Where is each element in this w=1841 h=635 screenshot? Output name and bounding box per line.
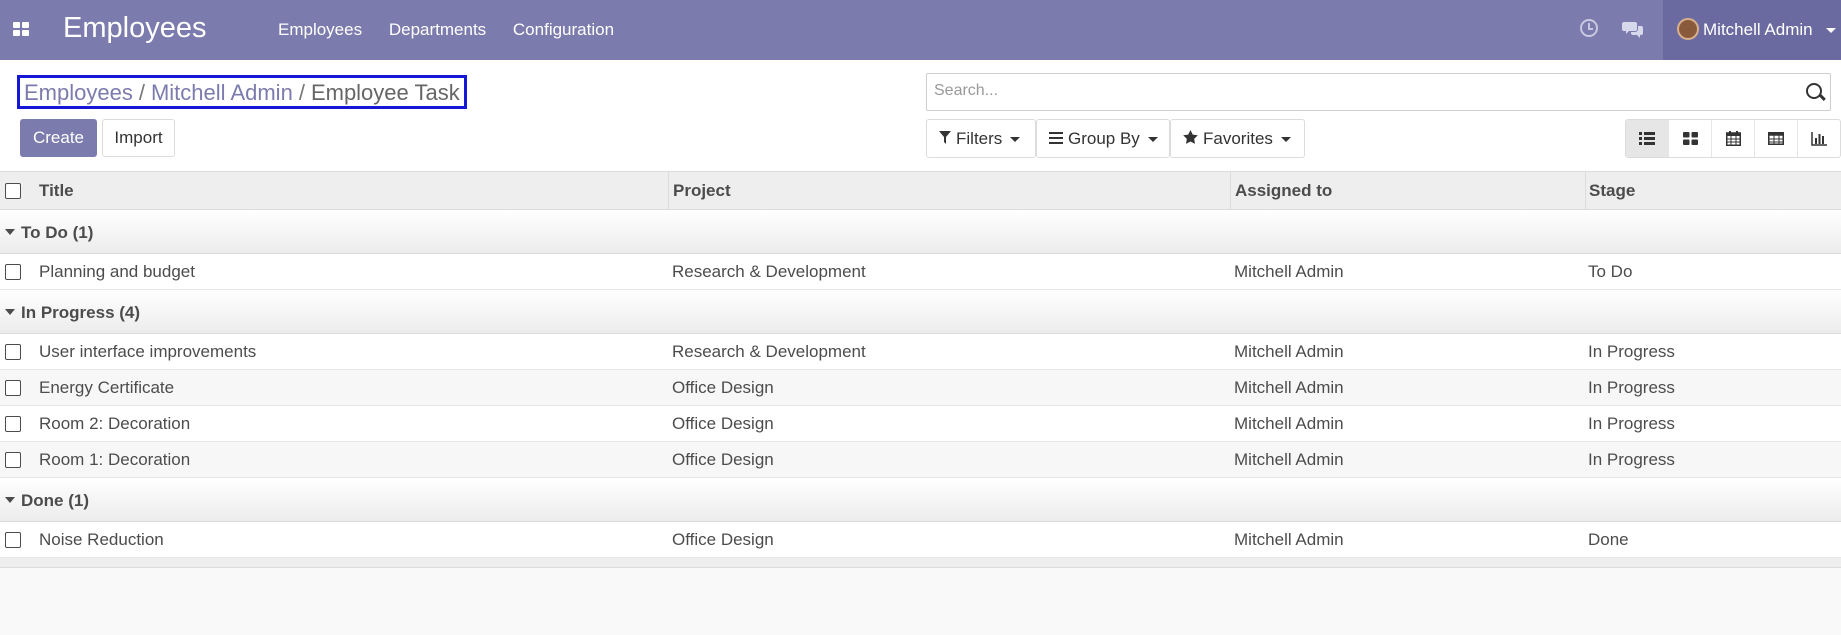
row-checkbox[interactable] [5,531,21,548]
group-by-label: Group By [1068,129,1140,148]
messaging-chat-icon[interactable] [1622,20,1644,43]
breadcrumb-current: Employee Task [310,80,460,105]
group-row-done[interactable]: Done (1) [0,478,1841,522]
cell-assigned-to: Mitchell Admin [1234,377,1344,397]
cell-project: Office Design [672,377,774,397]
search-icon[interactable] [1806,83,1822,99]
cell-assigned-to: Mitchell Admin [1234,413,1344,433]
filters-dropdown[interactable]: Filters [926,119,1036,158]
chevron-down-icon [1010,137,1021,143]
import-button[interactable]: Import [102,119,175,157]
cell-assigned-to: Mitchell Admin [1234,261,1344,281]
favorites-label: Favorites [1203,129,1273,148]
breadcrumb-employees[interactable]: Employees [24,80,133,105]
cell-title: Energy Certificate [39,377,175,397]
caret-down-icon [5,309,15,315]
bars-icon [1049,121,1063,158]
favorites-dropdown[interactable]: Favorites [1170,119,1305,158]
group-row-in-progress[interactable]: In Progress (4) [0,290,1841,334]
search-bar [926,73,1831,111]
row-checkbox[interactable] [5,343,21,360]
chevron-down-icon [1280,137,1291,143]
star-icon [1183,121,1198,158]
chevron-down-icon [1826,28,1836,33]
row-checkbox[interactable] [5,263,21,280]
cell-title: User interface improvements [39,341,257,361]
chevron-down-icon [1147,137,1158,143]
user-avatar [1677,18,1699,40]
cell-title: Noise Reduction [39,529,164,549]
pivot-view-icon[interactable] [1755,120,1798,157]
breadcrumb-separator: / [138,80,145,105]
view-switcher [1625,119,1841,158]
cell-project: Research & Development [672,261,866,281]
cell-project: Office Design [672,449,774,469]
top-navbar: Employees Employees Departments Configur… [0,0,1841,60]
group-label: Done (1) [21,491,89,510]
table-header: Title Project Assigned to Stage [0,172,1841,210]
breadcrumb: Employees / Mitchell Admin / Employee Task [17,75,467,109]
table-row[interactable]: Room 1: Decoration Office Design Mitchel… [0,442,1841,478]
menu-item-employees[interactable]: Employees [278,20,362,40]
group-label: To Do (1) [21,223,94,242]
row-checkbox[interactable] [5,379,21,396]
main-menu: Employees Departments Configuration [278,20,636,40]
breadcrumb-separator: / [298,80,305,105]
menu-item-departments[interactable]: Departments [389,20,486,40]
cell-project: Office Design [672,529,774,549]
kanban-view-icon[interactable] [1669,120,1712,157]
list-view-icon[interactable] [1626,120,1669,157]
column-header-assigned-to[interactable]: Assigned to [1230,172,1332,209]
apps-menu-icon[interactable] [13,22,29,36]
column-header-project[interactable]: Project [668,172,731,209]
group-row-to-do[interactable]: To Do (1) [0,210,1841,254]
column-header-stage[interactable]: Stage [1585,172,1635,209]
cell-stage: In Progress [1588,377,1675,397]
caret-down-icon [5,497,15,503]
cell-title: Room 1: Decoration [39,449,191,469]
activity-clock-icon[interactable] [1580,19,1598,37]
cell-project: Research & Development [672,341,866,361]
group-by-dropdown[interactable]: Group By [1036,119,1170,158]
table-row[interactable]: Room 2: Decoration Office Design Mitchel… [0,406,1841,442]
filters-label: Filters [956,129,1003,148]
table-row[interactable]: Noise Reduction Office Design Mitchell A… [0,522,1841,558]
breadcrumb-mitchell-admin[interactable]: Mitchell Admin [151,80,293,105]
user-name: Mitchell Admin [1703,20,1813,39]
row-checkbox[interactable] [5,451,21,468]
cell-assigned-to: Mitchell Admin [1234,341,1344,361]
cell-project: Office Design [672,413,774,433]
menu-item-configuration[interactable]: Configuration [513,20,614,40]
cell-title: Planning and budget [39,261,195,281]
cell-stage: In Progress [1588,413,1675,433]
cell-stage: To Do [1588,261,1633,281]
cell-stage: In Progress [1588,341,1675,361]
task-list-table: Title Project Assigned to Stage To Do (1… [0,172,1841,568]
cell-stage: In Progress [1588,449,1675,469]
cell-stage: Done [1588,529,1629,549]
row-checkbox[interactable] [5,415,21,432]
cell-assigned-to: Mitchell Admin [1234,449,1344,469]
graph-view-icon[interactable] [1798,120,1840,157]
table-row[interactable]: User interface improvements Research & D… [0,334,1841,370]
group-label: In Progress (4) [21,303,141,322]
caret-down-icon [5,229,15,235]
cell-title: Room 2: Decoration [39,413,191,433]
app-title[interactable]: Employees [63,12,206,45]
column-header-title[interactable]: Title [39,172,74,209]
search-input[interactable] [927,74,1777,108]
create-button[interactable]: Create [20,119,97,157]
select-all-checkbox[interactable] [5,182,21,199]
table-footer [0,558,1841,568]
user-menu[interactable]: Mitchell Admin [1663,0,1841,60]
control-panel: Employees / Mitchell Admin / Employee Task C… [0,60,1841,172]
table-row[interactable]: Planning and budget Research & Developme… [0,254,1841,290]
cell-assigned-to: Mitchell Admin [1234,529,1344,549]
table-row[interactable]: Energy Certificate Office Design Mitchel… [0,370,1841,406]
calendar-view-icon[interactable] [1712,120,1755,157]
filter-icon [939,121,951,158]
